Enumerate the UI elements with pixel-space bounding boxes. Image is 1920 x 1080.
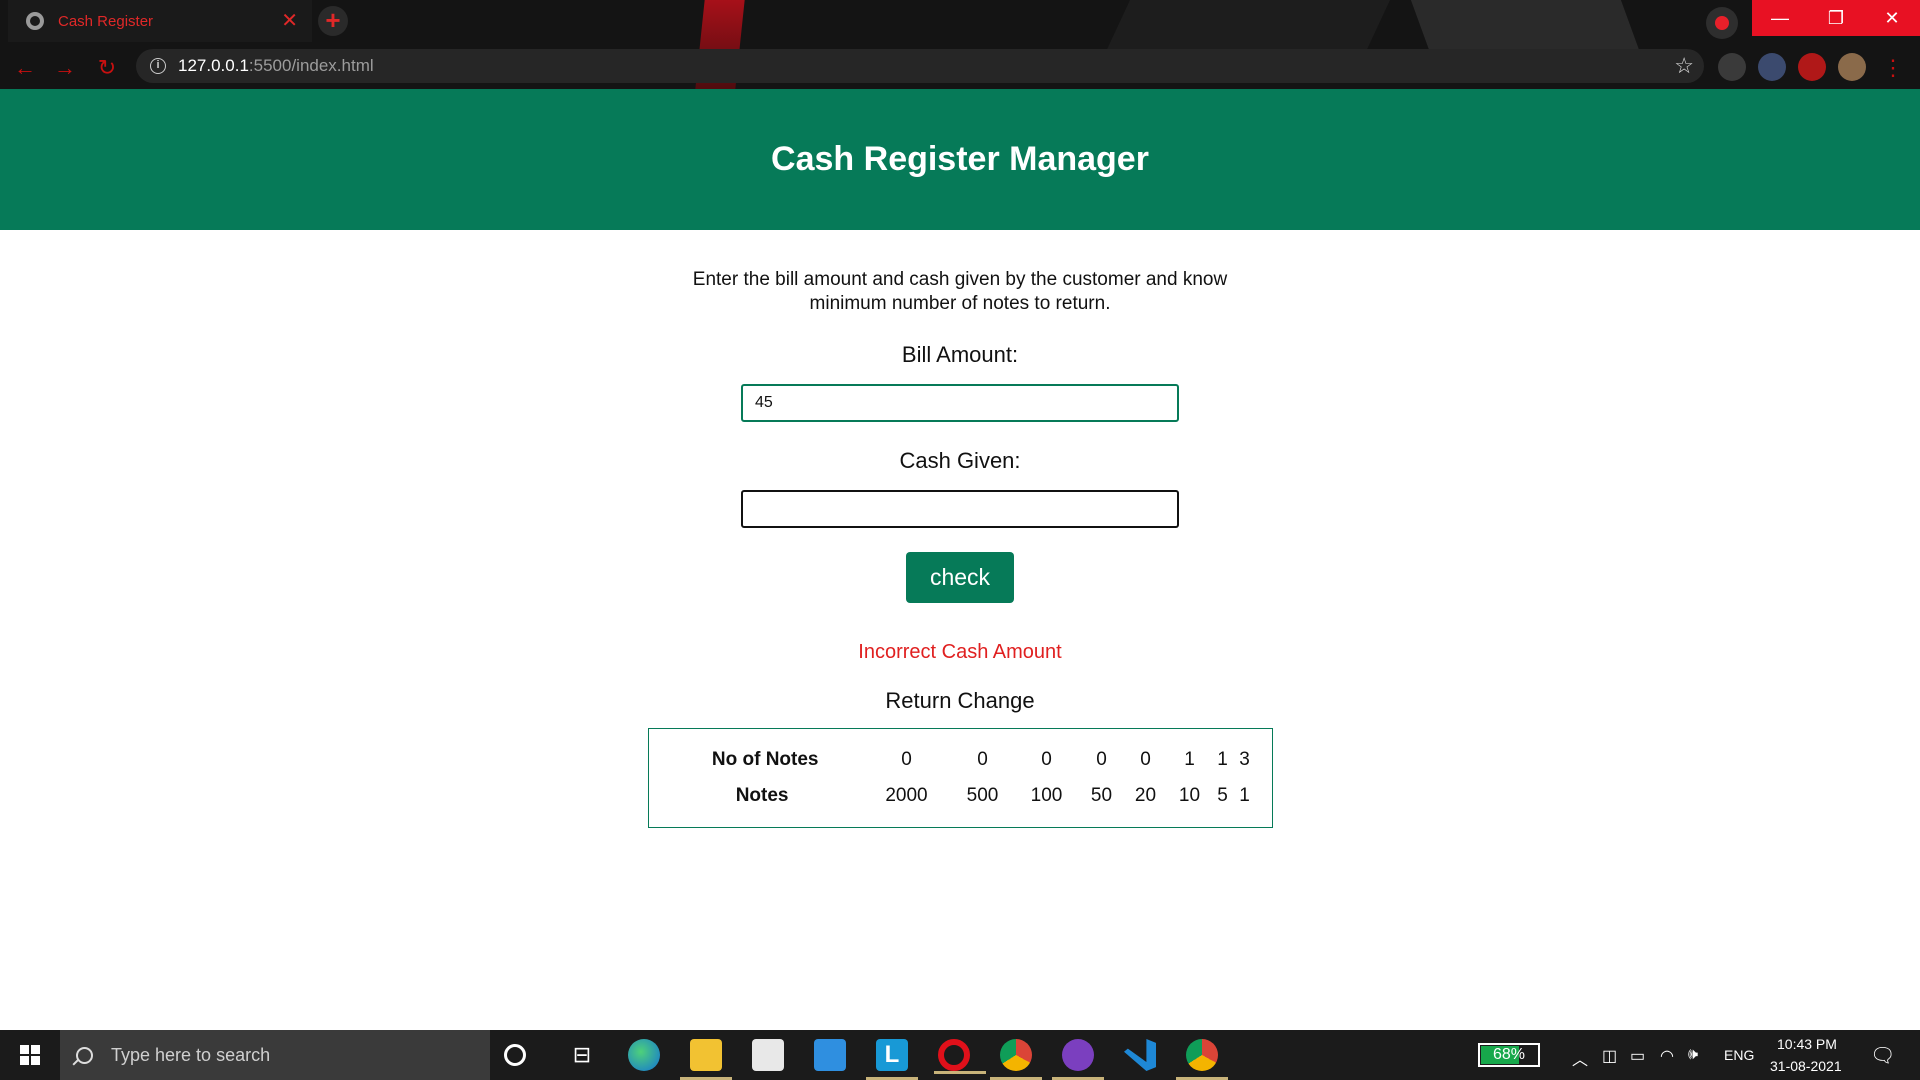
battery-indicator[interactable]: 68% bbox=[1478, 1043, 1540, 1067]
browser-toolbar: ← → ↻ i 127.0.0.1:5500/index.html ☆ ⋮ bbox=[0, 47, 1920, 89]
wallpaper-shape bbox=[1107, 0, 1393, 49]
notification-center-icon[interactable]: 🗨 bbox=[1870, 1043, 1895, 1068]
globe-icon bbox=[26, 12, 44, 30]
note-denomination-cell: 10 bbox=[1178, 785, 1201, 806]
note-count-cell: 0 bbox=[1140, 749, 1151, 770]
search-icon bbox=[76, 1046, 93, 1064]
opera-icon[interactable] bbox=[934, 1039, 986, 1074]
windows-logo-icon bbox=[20, 1045, 40, 1065]
note-denomination-cell: 2000 bbox=[885, 785, 928, 806]
check-button[interactable]: check bbox=[906, 552, 1014, 603]
file-explorer-icon[interactable] bbox=[680, 1039, 732, 1080]
back-icon[interactable]: ← bbox=[12, 55, 38, 81]
reload-icon[interactable]: ↻ bbox=[94, 55, 120, 81]
note-count-cell: 0 bbox=[977, 749, 988, 770]
close-window-button[interactable]: ✕ bbox=[1864, 0, 1920, 36]
page-title: Cash Register Manager bbox=[771, 140, 1149, 178]
windows-taskbar: Type here to search ⊟ L 68% ︿ ◫ ▭ ◠ 🕪 EN… bbox=[0, 1030, 1920, 1080]
store-icon[interactable] bbox=[752, 1039, 784, 1071]
cortana-icon[interactable] bbox=[504, 1044, 526, 1066]
notes-label: Notes bbox=[735, 785, 789, 806]
main-content: Enter the bill amount and cash given by … bbox=[0, 230, 1920, 828]
clock-time[interactable]: 10:43 PM bbox=[1777, 1036, 1837, 1052]
taskbar-search[interactable]: Type here to search bbox=[60, 1030, 490, 1080]
cash-given-label: Cash Given: bbox=[899, 448, 1021, 473]
address-bar[interactable]: i 127.0.0.1:5500/index.html ☆ bbox=[136, 49, 1704, 83]
note-count-cell: 0 bbox=[1096, 749, 1107, 770]
minimize-button[interactable]: — bbox=[1752, 0, 1808, 36]
window-controls: — ❐ ✕ bbox=[1752, 0, 1920, 36]
battery-percent: 68% bbox=[1492, 1046, 1526, 1063]
forward-icon[interactable]: → bbox=[52, 55, 78, 81]
no-of-notes-label: No of Notes bbox=[711, 749, 819, 770]
new-tab-button[interactable]: + bbox=[318, 6, 348, 36]
note-denomination-cell: 50 bbox=[1090, 785, 1113, 806]
start-button[interactable] bbox=[0, 1030, 60, 1080]
search-placeholder: Type here to search bbox=[111, 1044, 271, 1065]
tab-title: Cash Register bbox=[58, 12, 154, 30]
note-count-cell: 0 bbox=[901, 749, 912, 770]
edge-icon[interactable] bbox=[628, 1039, 660, 1071]
page-header: Cash Register Manager bbox=[0, 89, 1920, 230]
close-tab-icon[interactable]: ✕ bbox=[281, 11, 298, 31]
note-denomination-cell: 5 bbox=[1217, 785, 1228, 806]
github-desktop-icon[interactable] bbox=[1052, 1039, 1104, 1080]
bill-amount-label: Bill Amount: bbox=[901, 342, 1019, 367]
note-denomination-cell: 100 bbox=[1030, 785, 1063, 806]
note-count-cell: 1 bbox=[1184, 749, 1195, 770]
note-count-cell: 0 bbox=[1041, 749, 1052, 770]
note-denomination-cell: 1 bbox=[1239, 785, 1250, 806]
profile-avatar[interactable] bbox=[1838, 53, 1866, 81]
error-message: Incorrect Cash Amount bbox=[858, 641, 1062, 663]
vscode-icon[interactable] bbox=[1124, 1039, 1156, 1071]
browser-tab[interactable]: Cash Register ✕ bbox=[8, 0, 312, 42]
menu-kebab-icon[interactable]: ⋮ bbox=[1880, 55, 1906, 81]
note-denomination-cell: 20 bbox=[1134, 785, 1157, 806]
show-hidden-icons-icon[interactable]: ︿ bbox=[1572, 1046, 1588, 1070]
battery-tray-icon[interactable]: ▭ bbox=[1630, 1046, 1645, 1066]
volume-icon[interactable]: 🕪 bbox=[1688, 1046, 1698, 1064]
meet-now-icon[interactable]: ◫ bbox=[1602, 1046, 1617, 1066]
web-page: Cash Register Manager Enter the bill amo… bbox=[0, 89, 1920, 1030]
language-indicator[interactable]: ENG bbox=[1724, 1047, 1754, 1063]
cursor-extension-icon[interactable] bbox=[1758, 53, 1786, 81]
chrome-icon[interactable] bbox=[1176, 1039, 1228, 1080]
mail-icon[interactable] bbox=[814, 1039, 846, 1071]
bookmark-star-icon[interactable]: ☆ bbox=[1674, 53, 1694, 79]
site-info-icon[interactable]: i bbox=[150, 58, 166, 74]
url-path: :5500/index.html bbox=[248, 56, 374, 75]
return-change-title: Return Change bbox=[885, 688, 1035, 713]
l-app-icon[interactable]: L bbox=[866, 1039, 918, 1080]
url-host: 127.0.0.1 bbox=[178, 56, 249, 75]
bill-amount-input[interactable]: 45 bbox=[741, 384, 1179, 422]
reading-list-icon[interactable] bbox=[1718, 53, 1746, 81]
extensions-icon[interactable] bbox=[1798, 53, 1826, 81]
note-count-cell: 1 bbox=[1217, 749, 1228, 770]
note-count-cell: 3 bbox=[1239, 749, 1250, 770]
return-change-table: No of Notes Notes 0 0 0 0 0 1 1 3 2000 500 100 50 20… bbox=[647, 728, 1273, 828]
restore-button[interactable]: ❐ bbox=[1808, 0, 1864, 36]
note-denomination-cell: 500 bbox=[966, 785, 999, 806]
clock-date[interactable]: 31-08-2021 bbox=[1770, 1058, 1842, 1074]
extension-icon[interactable] bbox=[1706, 7, 1738, 39]
browser-chrome: Cash Register ✕ + — ❐ ✕ ← → ↻ i 127.0.0.… bbox=[0, 0, 1920, 89]
description-text: Enter the bill amount and cash given by … bbox=[692, 269, 1228, 314]
cash-given-input[interactable] bbox=[741, 490, 1179, 528]
chrome-icon[interactable] bbox=[990, 1039, 1042, 1080]
task-view-icon[interactable]: ⊟ bbox=[566, 1039, 598, 1071]
wifi-icon[interactable]: ◠ bbox=[1660, 1046, 1674, 1066]
